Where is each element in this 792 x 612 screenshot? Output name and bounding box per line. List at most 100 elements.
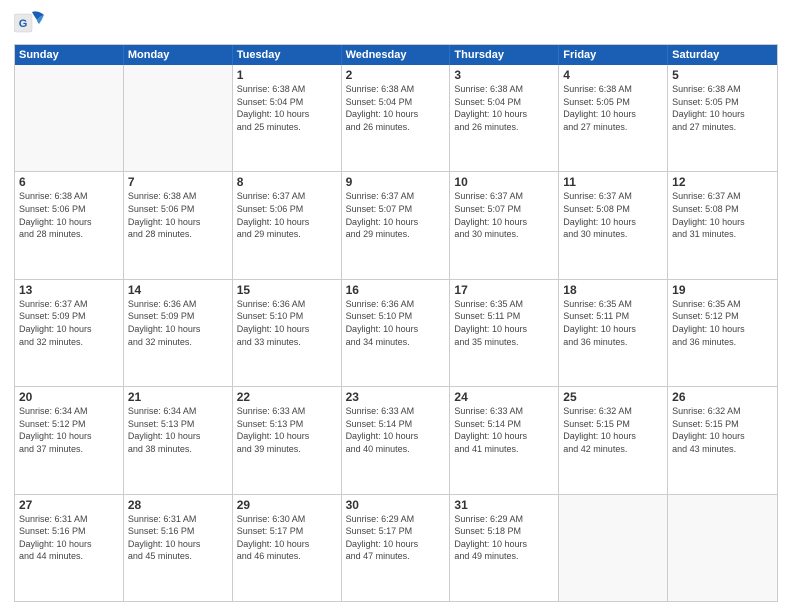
day-number: 18	[563, 283, 663, 297]
day-cell-28: 28Sunrise: 6:31 AM Sunset: 5:16 PM Dayli…	[124, 495, 233, 601]
day-number: 7	[128, 175, 228, 189]
day-cell-4: 4Sunrise: 6:38 AM Sunset: 5:05 PM Daylig…	[559, 65, 668, 171]
day-cell-12: 12Sunrise: 6:37 AM Sunset: 5:08 PM Dayli…	[668, 172, 777, 278]
day-number: 15	[237, 283, 337, 297]
day-number: 20	[19, 390, 119, 404]
svg-text:G: G	[19, 18, 28, 30]
day-number: 4	[563, 68, 663, 82]
day-number: 27	[19, 498, 119, 512]
empty-cell-4-6	[668, 495, 777, 601]
day-number: 5	[672, 68, 773, 82]
day-cell-9: 9Sunrise: 6:37 AM Sunset: 5:07 PM Daylig…	[342, 172, 451, 278]
empty-cell-4-5	[559, 495, 668, 601]
day-number: 11	[563, 175, 663, 189]
day-number: 28	[128, 498, 228, 512]
day-number: 25	[563, 390, 663, 404]
day-info: Sunrise: 6:38 AM Sunset: 5:04 PM Dayligh…	[346, 83, 446, 133]
day-info: Sunrise: 6:38 AM Sunset: 5:04 PM Dayligh…	[454, 83, 554, 133]
day-number: 30	[346, 498, 446, 512]
day-info: Sunrise: 6:37 AM Sunset: 5:08 PM Dayligh…	[563, 190, 663, 240]
week-row-1: 1Sunrise: 6:38 AM Sunset: 5:04 PM Daylig…	[15, 65, 777, 172]
day-number: 21	[128, 390, 228, 404]
calendar-header: SundayMondayTuesdayWednesdayThursdayFrid…	[15, 45, 777, 65]
day-cell-13: 13Sunrise: 6:37 AM Sunset: 5:09 PM Dayli…	[15, 280, 124, 386]
day-info: Sunrise: 6:34 AM Sunset: 5:13 PM Dayligh…	[128, 405, 228, 455]
day-cell-18: 18Sunrise: 6:35 AM Sunset: 5:11 PM Dayli…	[559, 280, 668, 386]
day-cell-23: 23Sunrise: 6:33 AM Sunset: 5:14 PM Dayli…	[342, 387, 451, 493]
day-cell-1: 1Sunrise: 6:38 AM Sunset: 5:04 PM Daylig…	[233, 65, 342, 171]
day-info: Sunrise: 6:37 AM Sunset: 5:06 PM Dayligh…	[237, 190, 337, 240]
day-number: 23	[346, 390, 446, 404]
day-info: Sunrise: 6:36 AM Sunset: 5:10 PM Dayligh…	[237, 298, 337, 348]
day-cell-27: 27Sunrise: 6:31 AM Sunset: 5:16 PM Dayli…	[15, 495, 124, 601]
day-cell-19: 19Sunrise: 6:35 AM Sunset: 5:12 PM Dayli…	[668, 280, 777, 386]
day-number: 2	[346, 68, 446, 82]
day-number: 26	[672, 390, 773, 404]
calendar: SundayMondayTuesdayWednesdayThursdayFrid…	[14, 44, 778, 602]
day-info: Sunrise: 6:38 AM Sunset: 5:06 PM Dayligh…	[128, 190, 228, 240]
day-number: 3	[454, 68, 554, 82]
day-number: 29	[237, 498, 337, 512]
day-number: 13	[19, 283, 119, 297]
day-cell-31: 31Sunrise: 6:29 AM Sunset: 5:18 PM Dayli…	[450, 495, 559, 601]
day-cell-24: 24Sunrise: 6:33 AM Sunset: 5:14 PM Dayli…	[450, 387, 559, 493]
day-number: 22	[237, 390, 337, 404]
weekday-header-saturday: Saturday	[668, 45, 777, 65]
day-cell-7: 7Sunrise: 6:38 AM Sunset: 5:06 PM Daylig…	[124, 172, 233, 278]
day-info: Sunrise: 6:34 AM Sunset: 5:12 PM Dayligh…	[19, 405, 119, 455]
day-info: Sunrise: 6:38 AM Sunset: 5:06 PM Dayligh…	[19, 190, 119, 240]
day-number: 14	[128, 283, 228, 297]
day-info: Sunrise: 6:29 AM Sunset: 5:17 PM Dayligh…	[346, 513, 446, 563]
day-info: Sunrise: 6:31 AM Sunset: 5:16 PM Dayligh…	[128, 513, 228, 563]
day-cell-21: 21Sunrise: 6:34 AM Sunset: 5:13 PM Dayli…	[124, 387, 233, 493]
week-row-3: 13Sunrise: 6:37 AM Sunset: 5:09 PM Dayli…	[15, 280, 777, 387]
day-info: Sunrise: 6:37 AM Sunset: 5:08 PM Dayligh…	[672, 190, 773, 240]
day-info: Sunrise: 6:36 AM Sunset: 5:09 PM Dayligh…	[128, 298, 228, 348]
day-cell-6: 6Sunrise: 6:38 AM Sunset: 5:06 PM Daylig…	[15, 172, 124, 278]
day-info: Sunrise: 6:35 AM Sunset: 5:12 PM Dayligh…	[672, 298, 773, 348]
day-number: 1	[237, 68, 337, 82]
day-number: 17	[454, 283, 554, 297]
day-info: Sunrise: 6:30 AM Sunset: 5:17 PM Dayligh…	[237, 513, 337, 563]
week-row-4: 20Sunrise: 6:34 AM Sunset: 5:12 PM Dayli…	[15, 387, 777, 494]
day-number: 10	[454, 175, 554, 189]
day-info: Sunrise: 6:36 AM Sunset: 5:10 PM Dayligh…	[346, 298, 446, 348]
day-number: 8	[237, 175, 337, 189]
weekday-header-friday: Friday	[559, 45, 668, 65]
calendar-body: 1Sunrise: 6:38 AM Sunset: 5:04 PM Daylig…	[15, 65, 777, 601]
day-cell-30: 30Sunrise: 6:29 AM Sunset: 5:17 PM Dayli…	[342, 495, 451, 601]
day-number: 31	[454, 498, 554, 512]
day-info: Sunrise: 6:29 AM Sunset: 5:18 PM Dayligh…	[454, 513, 554, 563]
page: G SundayMondayTuesdayWednesdayThursdayFr…	[0, 0, 792, 612]
day-info: Sunrise: 6:37 AM Sunset: 5:09 PM Dayligh…	[19, 298, 119, 348]
week-row-5: 27Sunrise: 6:31 AM Sunset: 5:16 PM Dayli…	[15, 495, 777, 601]
day-info: Sunrise: 6:38 AM Sunset: 5:04 PM Dayligh…	[237, 83, 337, 133]
day-cell-11: 11Sunrise: 6:37 AM Sunset: 5:08 PM Dayli…	[559, 172, 668, 278]
day-cell-16: 16Sunrise: 6:36 AM Sunset: 5:10 PM Dayli…	[342, 280, 451, 386]
weekday-header-sunday: Sunday	[15, 45, 124, 65]
day-info: Sunrise: 6:37 AM Sunset: 5:07 PM Dayligh…	[454, 190, 554, 240]
day-info: Sunrise: 6:37 AM Sunset: 5:07 PM Dayligh…	[346, 190, 446, 240]
day-number: 16	[346, 283, 446, 297]
day-cell-3: 3Sunrise: 6:38 AM Sunset: 5:04 PM Daylig…	[450, 65, 559, 171]
day-info: Sunrise: 6:32 AM Sunset: 5:15 PM Dayligh…	[672, 405, 773, 455]
logo-icon: G	[14, 10, 46, 38]
day-cell-5: 5Sunrise: 6:38 AM Sunset: 5:05 PM Daylig…	[668, 65, 777, 171]
day-number: 19	[672, 283, 773, 297]
logo: G	[14, 10, 48, 38]
empty-cell-0-1	[124, 65, 233, 171]
weekday-header-thursday: Thursday	[450, 45, 559, 65]
day-cell-10: 10Sunrise: 6:37 AM Sunset: 5:07 PM Dayli…	[450, 172, 559, 278]
day-cell-20: 20Sunrise: 6:34 AM Sunset: 5:12 PM Dayli…	[15, 387, 124, 493]
day-info: Sunrise: 6:35 AM Sunset: 5:11 PM Dayligh…	[563, 298, 663, 348]
day-cell-29: 29Sunrise: 6:30 AM Sunset: 5:17 PM Dayli…	[233, 495, 342, 601]
day-number: 6	[19, 175, 119, 189]
day-cell-26: 26Sunrise: 6:32 AM Sunset: 5:15 PM Dayli…	[668, 387, 777, 493]
header: G	[14, 10, 778, 38]
day-info: Sunrise: 6:31 AM Sunset: 5:16 PM Dayligh…	[19, 513, 119, 563]
day-cell-15: 15Sunrise: 6:36 AM Sunset: 5:10 PM Dayli…	[233, 280, 342, 386]
day-info: Sunrise: 6:38 AM Sunset: 5:05 PM Dayligh…	[563, 83, 663, 133]
week-row-2: 6Sunrise: 6:38 AM Sunset: 5:06 PM Daylig…	[15, 172, 777, 279]
day-info: Sunrise: 6:33 AM Sunset: 5:13 PM Dayligh…	[237, 405, 337, 455]
weekday-header-wednesday: Wednesday	[342, 45, 451, 65]
